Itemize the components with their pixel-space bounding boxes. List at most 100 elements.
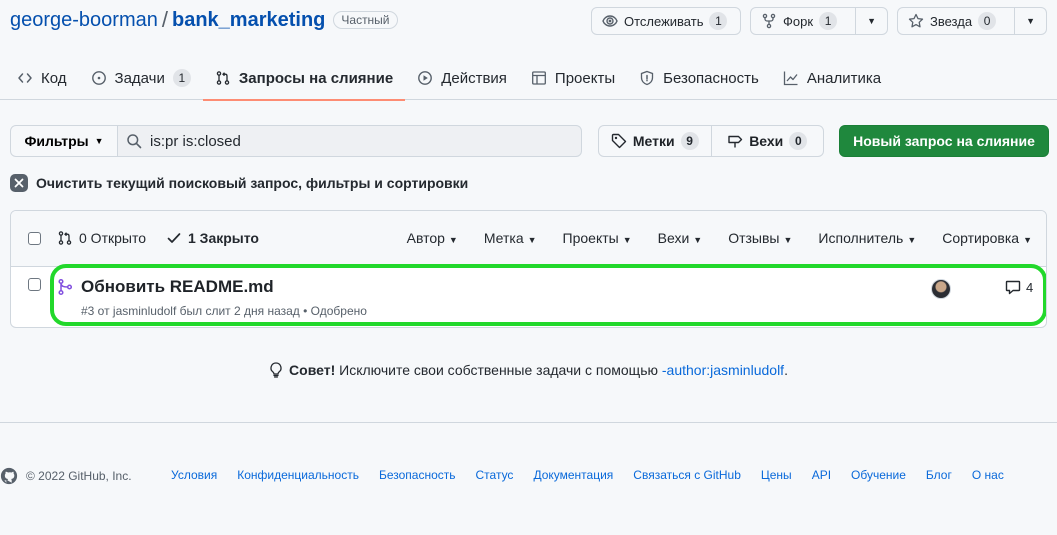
search-input[interactable] [150,132,570,150]
visibility-badge: Частный [333,11,398,29]
star-button-group: Звезда 0 ▼ [897,7,1047,35]
star-button[interactable]: Звезда 0 [898,8,1014,34]
open-filter-link[interactable]: 0 Открыто [57,230,146,246]
pro-tip: Совет! Исключите свои собственные задачи… [0,362,1057,378]
star-count: 0 [978,12,997,30]
repo-nav-tabs: Код Задачи 1 Запросы на слияние Действия… [0,56,893,101]
tab-label: Код [41,69,67,87]
tab-actions[interactable]: Действия [405,56,519,100]
tab-issues[interactable]: Задачи 1 [79,56,203,100]
github-logo-icon[interactable] [0,466,18,486]
row-checkbox[interactable] [28,278,41,291]
footer-link-status[interactable]: Статус [476,468,514,482]
issue-icon [91,71,106,85]
watch-count: 1 [709,12,728,30]
tab-pull-requests[interactable]: Запросы на слияние [202,56,406,101]
sort-dropdown[interactable]: Сортировка ▼ [942,230,1032,246]
filters-label: Фильтры [24,133,89,149]
label-filter[interactable]: Метка ▼ [484,230,537,246]
filters-dropdown-button[interactable]: Фильтры ▼ [10,125,118,157]
fork-icon [762,13,776,29]
repo-name-link[interactable]: bank_marketing [172,9,325,32]
watch-label: Отслеживать [624,13,704,29]
tip-strong: Совет! [289,362,336,378]
check-icon [167,233,181,243]
footer-link-about[interactable]: О нас [972,468,1004,482]
select-all-checkbox[interactable] [28,232,41,245]
caret-down-icon: ▼ [527,235,537,245]
labels-label: Метки [632,133,675,149]
list-header: 0 Открыто 1 Закрыто Автор ▼ Метка ▼ Проект… [11,211,1046,267]
milestones-button[interactable]: Вехи 0 [710,126,824,156]
labels-button[interactable]: Метки 9 [599,126,711,156]
milestone-icon [728,135,743,148]
tab-code[interactable]: Код [0,56,79,100]
path-separator: / [161,7,168,32]
sorter-label: Автор [406,230,445,246]
fork-count: 1 [819,12,838,30]
tag-icon [611,133,627,149]
reviews-filter[interactable]: Отзывы ▼ [728,230,792,246]
repo-header: george-boorman / bank_marketing Частный … [0,0,1057,101]
open-count-label: 0 Открыто [79,230,146,246]
new-pull-request-button[interactable]: Новый запрос на слияние [839,125,1049,157]
tip-end: . [784,362,788,378]
tab-insights[interactable]: Аналитика [771,56,893,100]
fork-button-group: Форк 1 ▼ [750,7,888,35]
footer-link-pricing[interactable]: Цены [761,468,792,482]
shield-icon [640,70,654,86]
play-icon [418,71,433,85]
caret-down-icon: ▼ [783,235,793,245]
sorter-label: Метка [483,230,524,246]
tab-security[interactable]: Безопасность [627,56,771,100]
milestones-filter[interactable]: Вехи ▼ [658,230,703,246]
caret-down-icon: ▼ [1026,16,1036,26]
sorter-label: Вехи [657,230,690,246]
sorter-label: Проекты [562,230,619,246]
pull-request-list: 0 Открыто 1 Закрыто Автор ▼ Метка ▼ Проект… [10,210,1047,328]
projects-filter[interactable]: Проекты ▼ [563,230,632,246]
footer-link-api[interactable]: API [812,468,831,482]
caret-down-icon: ▼ [94,136,104,146]
fork-button[interactable]: Форк 1 [751,8,855,34]
footer-link-docs[interactable]: Документация [533,468,613,482]
sorter-label: Исполнитель [818,230,904,246]
footer-link-security[interactable]: Безопасность [379,468,456,482]
assignee-filter[interactable]: Исполнитель ▼ [818,230,916,246]
closed-count-label: 1 Закрыто [188,230,259,246]
milestones-label: Вехи [749,133,784,149]
footer-link-contact[interactable]: Связаться с GitHub [633,468,741,482]
lightbulb-icon [270,362,282,378]
star-dropdown-button[interactable]: ▼ [1014,8,1046,34]
footer-link-blog[interactable]: Блог [926,468,952,482]
search-box [117,125,582,157]
tab-label: Проекты [554,69,616,87]
caret-down-icon: ▼ [448,235,458,245]
close-icon [10,174,28,192]
caret-down-icon: ▼ [622,235,632,245]
footer-link-training[interactable]: Обучение [851,468,906,482]
tip-author-link[interactable]: -author:jasminludolf [662,362,784,378]
fork-label: Форк [783,13,814,29]
watch-button[interactable]: Отслеживать 1 [591,7,741,35]
caret-down-icon: ▼ [907,235,917,245]
repo-owner-link[interactable]: george-boorman [10,9,158,32]
labels-count: 9 [680,132,699,150]
closed-filter-link[interactable]: 1 Закрыто [166,230,259,246]
caret-down-icon: ▼ [693,235,703,245]
search-icon [127,134,142,149]
fork-dropdown-button[interactable]: ▼ [855,8,887,34]
repo-title: george-boorman / bank_marketing Частный [10,7,398,33]
copyright-text: © 2022 GitHub, Inc. [26,469,132,483]
author-filter[interactable]: Автор ▼ [407,230,458,246]
clear-filters-link[interactable]: Очистить текущий поисковый запрос, фильт… [10,174,468,192]
footer-links: Условия Конфиденциальность Безопасность … [171,468,1004,482]
tab-label: Действия [441,69,507,87]
table-icon [531,71,546,85]
tab-projects[interactable]: Проекты [519,56,627,100]
star-label: Звезда [930,13,973,29]
pull-request-icon [216,71,230,85]
tab-label: Безопасность [663,69,759,87]
footer-link-terms[interactable]: Условия [171,468,217,482]
footer-link-privacy[interactable]: Конфиденциальность [237,468,359,482]
